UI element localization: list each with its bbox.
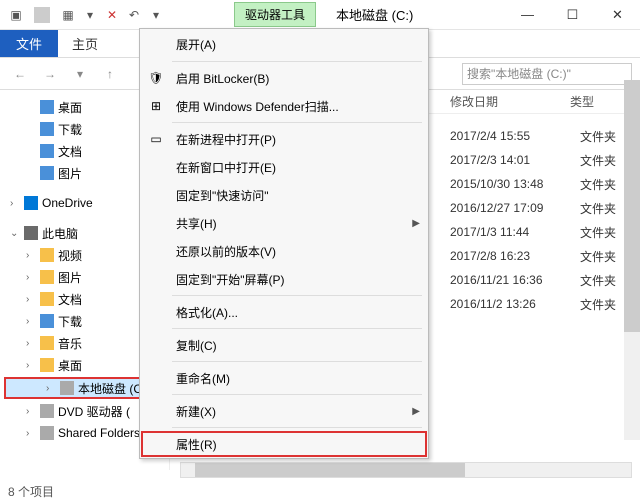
history-dropdown[interactable]: ▾ [68, 62, 92, 86]
ctx-new[interactable]: 新建(X)▶ [140, 397, 428, 425]
chevron-right-icon: ▶ [412, 406, 420, 417]
chevron-right-icon: ▶ [412, 218, 420, 229]
window-title: 本地磁盘 (C:) [336, 5, 413, 24]
ctx-new-process[interactable]: ▭在新进程中打开(P) [140, 125, 428, 153]
status-bar: 8 个项目 [8, 480, 54, 502]
col-type[interactable]: 类型 [570, 93, 630, 110]
ctx-copy[interactable]: 复制(C) [140, 331, 428, 359]
scrollbar-vertical[interactable] [624, 80, 640, 440]
context-menu: 展开(A) 🛡启用 BitLocker(B) ⊞使用 Windows Defen… [139, 28, 429, 459]
qat-dropdown-icon[interactable]: ▾ [82, 7, 98, 23]
ctx-pin-quick[interactable]: 固定到"快速访问" [140, 181, 428, 209]
scrollbar-horizontal[interactable] [180, 462, 632, 478]
ctx-new-window[interactable]: 在新窗口中打开(E) [140, 153, 428, 181]
defender-icon: ⊞ [148, 98, 164, 114]
back-button[interactable]: ← [8, 62, 32, 86]
qat: ▣ ▦ ▾ ✕ ↶ ▾ [0, 7, 164, 23]
up-button[interactable]: ↑ [98, 62, 122, 86]
ctx-expand[interactable]: 展开(A) [140, 29, 428, 59]
shield-icon: 🛡 [148, 70, 164, 86]
search-input[interactable]: 搜索"本地磁盘 (C:)" [462, 63, 632, 85]
ctx-properties[interactable]: 属性(R) [140, 430, 428, 458]
titlebar: ▣ ▦ ▾ ✕ ↶ ▾ 驱动器工具 本地磁盘 (C:) — ☐ ✕ [0, 0, 640, 30]
window-icon: ▭ [148, 131, 164, 147]
maximize-button[interactable]: ☐ [550, 0, 595, 30]
ctx-pin-start[interactable]: 固定到"开始"屏幕(P) [140, 265, 428, 293]
col-date[interactable]: 修改日期 [450, 93, 570, 110]
ctx-defender[interactable]: ⊞使用 Windows Defender扫描... [140, 92, 428, 120]
undo-icon[interactable]: ↶ [126, 7, 142, 23]
ctx-share[interactable]: 共享(H)▶ [140, 209, 428, 237]
close-button[interactable]: ✕ [595, 0, 640, 30]
redo-icon[interactable]: ▾ [148, 7, 164, 23]
ctx-restore[interactable]: 还原以前的版本(V) [140, 237, 428, 265]
props-icon[interactable]: ▦ [60, 7, 76, 23]
forward-button[interactable]: → [38, 62, 62, 86]
minimize-button[interactable]: — [505, 0, 550, 30]
folder-icon: ▣ [8, 7, 24, 23]
ctx-format[interactable]: 格式化(A)... [140, 298, 428, 326]
ctx-bitlocker[interactable]: 🛡启用 BitLocker(B) [140, 64, 428, 92]
delete-icon[interactable]: ✕ [104, 7, 120, 23]
drive-tools-tab[interactable]: 驱动器工具 [234, 2, 316, 27]
tab-file[interactable]: 文件 [0, 30, 58, 57]
tab-home[interactable]: 主页 [58, 30, 112, 57]
ctx-rename[interactable]: 重命名(M) [140, 364, 428, 392]
